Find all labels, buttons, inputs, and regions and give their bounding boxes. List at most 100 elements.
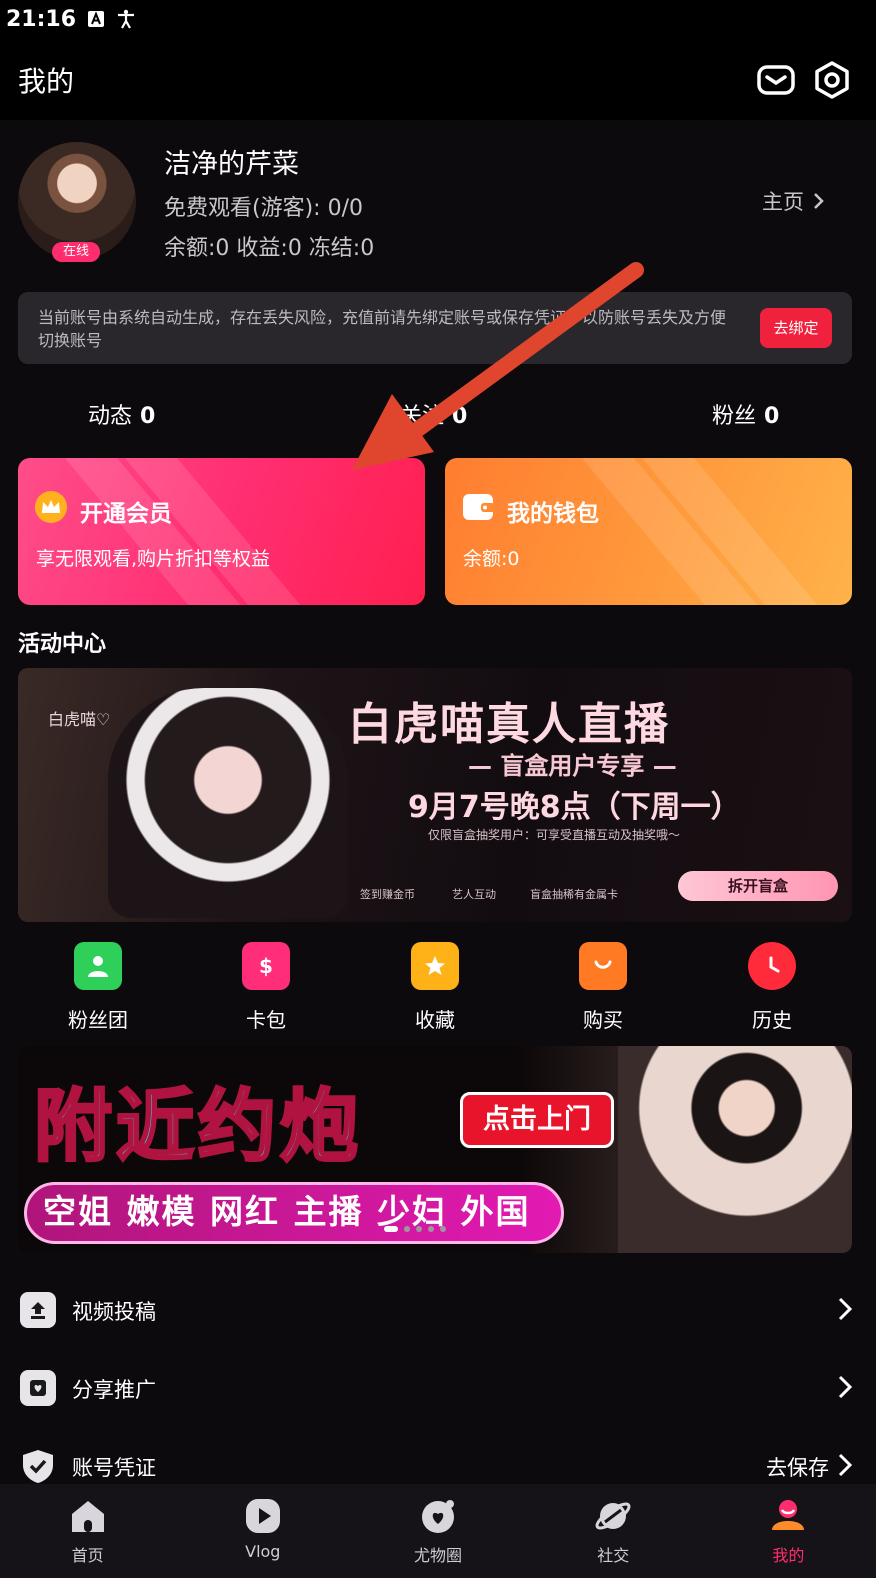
nav-label: Vlog	[245, 1542, 281, 1561]
banner-feature: 艺人互动	[452, 888, 496, 901]
accessibility-icon	[116, 9, 136, 29]
planet-icon	[595, 1502, 631, 1530]
list-item-label: 分享推广	[72, 1378, 156, 1402]
chevron-right-icon	[838, 1453, 853, 1477]
carousel-dot[interactable]	[440, 1226, 446, 1232]
heart-circle-icon	[422, 1500, 454, 1533]
bind-account-button[interactable]: 去绑定	[760, 308, 832, 348]
banner-feature: 盲盒抽稀有金属卡	[530, 888, 618, 901]
app-bar: 我的	[0, 38, 876, 120]
shortcut-fan-group[interactable]: 粉丝团	[43, 942, 153, 1033]
shortcut-label: 粉丝团	[68, 1008, 128, 1032]
wallet-card-title: 我的钱包	[507, 501, 599, 527]
svg-text:$: $	[259, 954, 273, 978]
banner-headline: 附近约炮	[32, 1081, 363, 1174]
message-icon[interactable]	[756, 60, 796, 100]
crown-icon	[34, 490, 68, 524]
open-blind-box-button[interactable]: 拆开盲盒	[678, 871, 838, 901]
stat-value: 0	[452, 404, 468, 429]
banner-note: 仅限盲盒抽奖用户：可享受直播互动及抽奖哦～	[428, 828, 681, 842]
shortcut-history[interactable]: 历史	[717, 942, 827, 1033]
save-credential-link[interactable]: 去保存	[766, 1452, 829, 1482]
nav-social[interactable]: 社交	[526, 1484, 701, 1578]
carousel-dot[interactable]	[428, 1226, 434, 1232]
activity-center-title: 活动中心	[18, 632, 107, 657]
settings-icon[interactable]	[812, 60, 852, 100]
carousel-dots	[384, 1226, 446, 1232]
nav-circle[interactable]: 尤物圈	[350, 1484, 525, 1578]
list-item-label: 账号凭证	[72, 1456, 156, 1480]
banner-action-button[interactable]: 点击上门	[460, 1092, 614, 1148]
shortcut-card-pack[interactable]: $ 卡包	[211, 942, 321, 1033]
stat-value: 0	[764, 404, 780, 429]
stat-label: 动态	[88, 404, 133, 429]
balance-summary: 余额:0 收益:0 冻结:0	[164, 236, 375, 261]
wallet-card[interactable]: 我的钱包 余额:0	[445, 458, 852, 605]
vip-card[interactable]: 开通会员 享无限观看,购片折扣等权益	[18, 458, 425, 605]
share-icon	[20, 1370, 56, 1406]
chevron-right-icon	[814, 193, 824, 209]
stat-posts[interactable]: 动态 0	[88, 398, 155, 430]
promo-banner[interactable]: 附近约炮 点击上门 空姐 嫩模 网红 主播 少妇 外国	[18, 1046, 852, 1253]
banner-heading: 白虎喵真人直播	[348, 699, 670, 750]
homepage-link-label: 主页	[762, 190, 804, 214]
card-pack-icon: $	[242, 942, 290, 990]
nav-vlog[interactable]: Vlog	[175, 1484, 350, 1578]
online-badge: 在线	[52, 242, 100, 262]
bottom-nav: 首页 Vlog 尤物圈 社交 我的	[0, 1484, 876, 1578]
upload-icon	[20, 1292, 56, 1328]
nav-label: 我的	[772, 1546, 805, 1565]
favorite-icon	[411, 942, 459, 990]
free-watch-count: 免费观看(游客): 0/0	[164, 196, 363, 221]
fan-group-icon	[74, 942, 122, 990]
list-item-video-upload[interactable]: 视频投稿	[0, 1280, 876, 1340]
shopping-bag-icon	[579, 942, 627, 990]
account-notice: 当前账号由系统自动生成，存在丢失风险，充值前请先绑定账号或保存凭证，以防账号丢失…	[18, 292, 852, 364]
homepage-link[interactable]: 主页	[762, 186, 824, 216]
font-icon	[86, 9, 106, 29]
banner-handwriting: 白虎喵♡	[48, 710, 111, 729]
stat-fans[interactable]: 粉丝 0	[712, 398, 779, 430]
shortcut-label: 收藏	[415, 1008, 455, 1032]
banner-model-image	[108, 688, 348, 918]
stat-label: 关注	[400, 404, 445, 429]
status-time: 21:16	[6, 6, 77, 32]
page-title: 我的	[18, 65, 75, 98]
banner-date: 9月7号晚8点（下周一）	[408, 790, 741, 825]
nav-home[interactable]: 首页	[0, 1484, 175, 1578]
wallet-card-subtitle: 余额:0	[463, 548, 520, 570]
chevron-right-icon	[838, 1297, 853, 1321]
shield-icon	[20, 1448, 56, 1484]
banner-tags: 空姐 嫩模 网红 主播 少妇 外国	[24, 1182, 564, 1244]
shortcut-label: 历史	[752, 1008, 792, 1032]
carousel-dot[interactable]	[404, 1226, 410, 1232]
stat-following[interactable]: 关注 0	[400, 398, 467, 430]
shortcut-favorites[interactable]: 收藏	[380, 942, 490, 1033]
banner-feature: 签到赚金币	[360, 888, 415, 901]
wallet-icon	[461, 490, 495, 524]
carousel-dot[interactable]	[384, 1226, 398, 1232]
profile-icon	[772, 1500, 805, 1530]
nav-label: 尤物圈	[414, 1546, 463, 1565]
carousel-dot[interactable]	[416, 1226, 422, 1232]
status-bar: 21:16	[0, 0, 876, 38]
stat-value: 0	[140, 404, 156, 429]
banner-subheading: — 盲盒用户专享 —	[468, 752, 677, 780]
play-icon	[245, 1499, 280, 1533]
live-stream-banner[interactable]: 白虎喵♡ 白虎喵真人直播 — 盲盒用户专享 — 9月7号晚8点（下周一） 仅限盲…	[18, 668, 852, 922]
home-icon	[71, 1501, 104, 1532]
nav-profile[interactable]: 我的	[701, 1484, 876, 1578]
stat-label: 粉丝	[712, 404, 757, 429]
notice-text: 当前账号由系统自动生成，存在丢失风险，充值前请先绑定账号或保存凭证，以防账号丢失…	[38, 308, 727, 350]
shortcut-label: 卡包	[246, 1008, 286, 1032]
nav-label: 社交	[597, 1546, 630, 1565]
vip-card-title: 开通会员	[80, 501, 172, 527]
list-item-label: 视频投稿	[72, 1300, 156, 1324]
shortcut-purchases[interactable]: 购买	[548, 942, 658, 1033]
list-item-share[interactable]: 分享推广	[0, 1358, 876, 1418]
banner-model-image	[618, 1046, 852, 1253]
nickname: 洁净的芹菜	[164, 149, 299, 180]
nav-label: 首页	[71, 1546, 104, 1565]
shortcut-label: 购买	[583, 1008, 623, 1032]
history-icon	[748, 942, 796, 990]
